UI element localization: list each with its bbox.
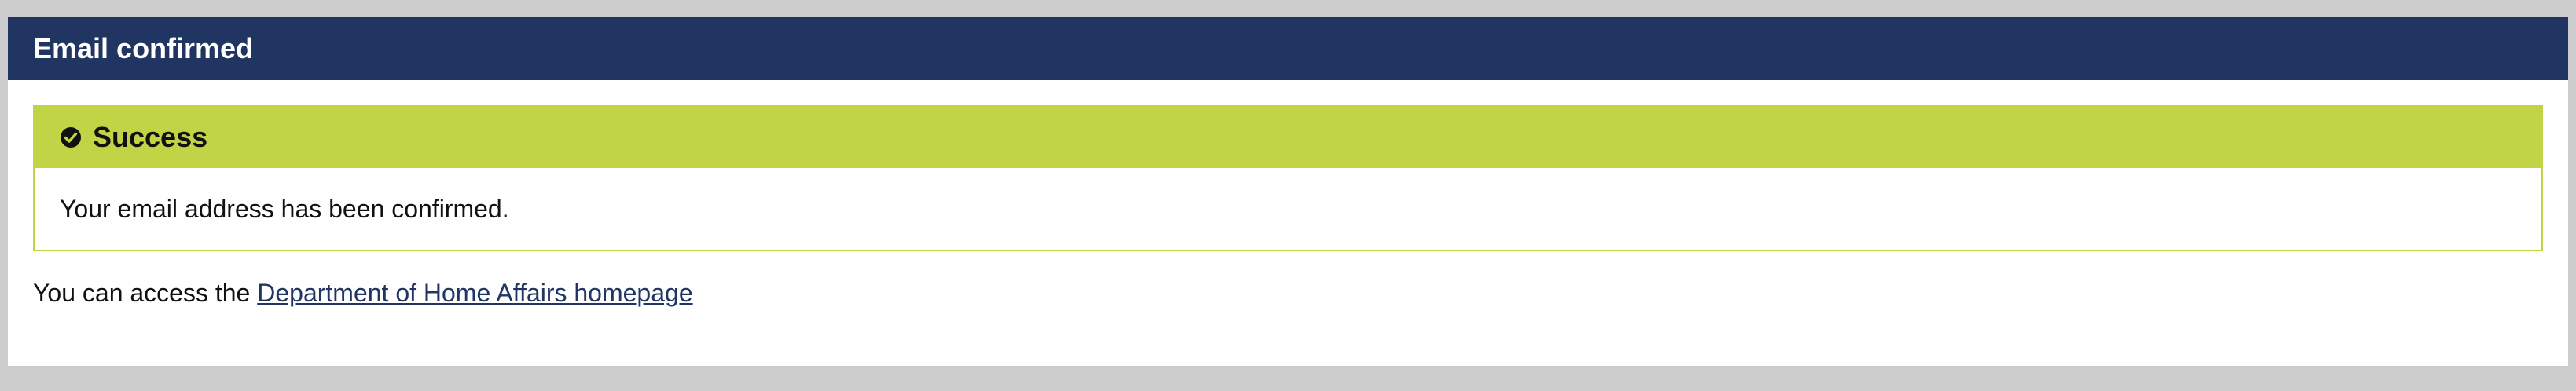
alert-header: Success xyxy=(35,107,2541,168)
panel-header: Email confirmed xyxy=(8,17,2568,80)
access-prefix: You can access the xyxy=(33,279,258,307)
alert-message: Your email address has been confirmed. xyxy=(35,168,2541,250)
success-alert: Success Your email address has been conf… xyxy=(33,105,2543,251)
check-circle-icon xyxy=(60,126,82,148)
confirmation-panel: Email confirmed Success Your email addre… xyxy=(8,17,2568,366)
access-text: You can access the Department of Home Af… xyxy=(33,278,2543,308)
home-affairs-link[interactable]: Department of Home Affairs homepage xyxy=(257,279,692,307)
page-title: Email confirmed xyxy=(33,32,254,64)
panel-body: Success Your email address has been conf… xyxy=(8,80,2568,308)
alert-title: Success xyxy=(93,121,208,153)
